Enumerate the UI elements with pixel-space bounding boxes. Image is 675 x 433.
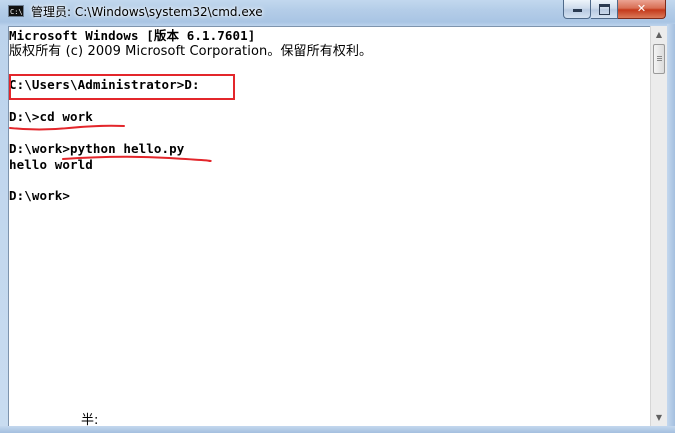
- close-icon: ✕: [636, 2, 647, 15]
- maximize-button[interactable]: [591, 0, 618, 19]
- vertical-scrollbar[interactable]: ▲ ▼: [650, 26, 667, 426]
- minimize-icon: [572, 9, 582, 12]
- window-title: 管理员: C:\Windows\system32\cmd.exe: [31, 5, 263, 19]
- thumb-grip-line: [657, 56, 662, 57]
- console-output[interactable]: Microsoft Windows [版本 6.1.7601] 版权所有 (c)…: [8, 26, 650, 426]
- scrollbar-thumb[interactable]: [653, 44, 665, 74]
- maximize-icon: [598, 4, 610, 15]
- console-line-prompt[interactable]: D:\work>: [9, 188, 70, 204]
- title-bar[interactable]: C:\ 管理员: C:\Windows\system32\cmd.exe ✕: [0, 0, 675, 24]
- underline-cd-work: [9, 124, 125, 131]
- thumb-grip-line: [657, 58, 662, 59]
- cmd-console-icon[interactable]: C:\: [8, 5, 24, 17]
- scroll-up-arrow-icon[interactable]: ▲: [651, 26, 667, 43]
- minimize-button[interactable]: [563, 0, 591, 19]
- ime-status-indicator: 半:: [81, 413, 99, 426]
- console-line-output: hello world: [9, 157, 93, 172]
- window-frame-bottom: [0, 426, 675, 433]
- close-button[interactable]: ✕: [618, 0, 666, 19]
- console-line-version: Microsoft Windows [版本 6.1.7601]: [9, 28, 256, 43]
- console-line-python-command: D:\work>python hello.py: [9, 141, 185, 156]
- thumb-grip-line: [657, 60, 662, 61]
- cmd-window: C:\ 管理员: C:\Windows\system32\cmd.exe ✕ M…: [0, 0, 675, 433]
- console-line-cd-work: D:\>cd work: [9, 109, 93, 124]
- console-line-change-drive: C:\Users\Administrator>D:: [9, 77, 200, 92]
- window-frame-right: [667, 24, 675, 433]
- scroll-down-arrow-icon[interactable]: ▼: [651, 409, 667, 426]
- console-line-copyright: 版权所有 (c) 2009 Microsoft Corporation。保留所有…: [9, 44, 373, 59]
